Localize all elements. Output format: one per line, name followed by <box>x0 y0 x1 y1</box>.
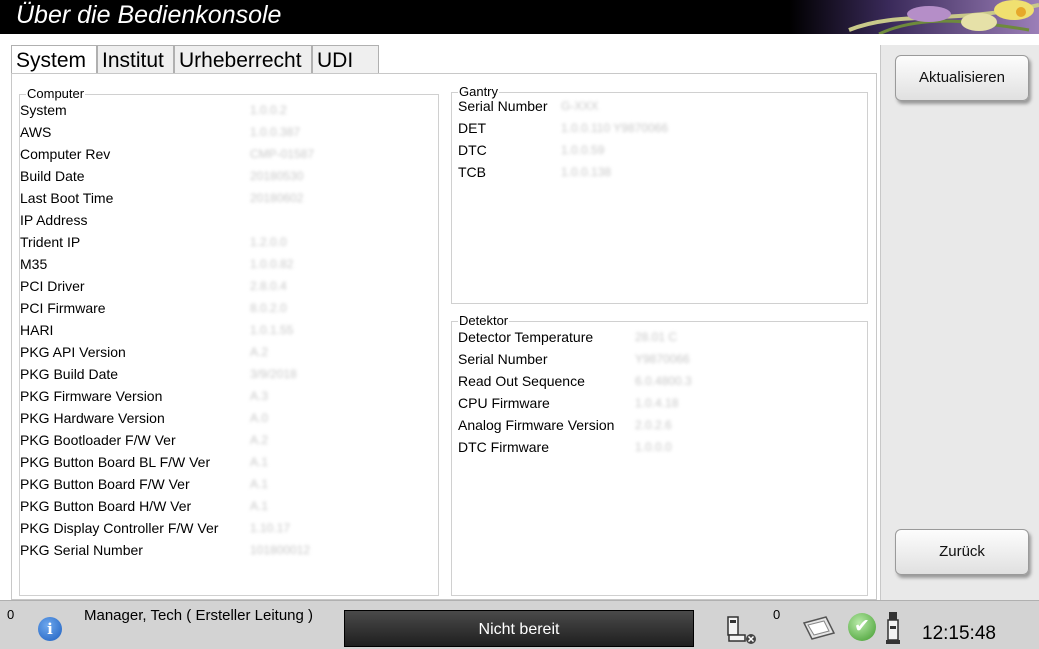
computer-label: HARI <box>20 322 54 338</box>
computer-value: 1.0.0.387 <box>250 125 301 139</box>
refresh-button[interactable]: Aktualisieren <box>895 55 1029 101</box>
detektor-value: 28.01 C <box>635 330 678 344</box>
computer-label: PKG Hardware Version <box>20 410 165 426</box>
cassette-icon[interactable] <box>800 615 838 643</box>
detektor-label: DTC Firmware <box>458 439 549 455</box>
computer-value: A.2 <box>250 345 269 359</box>
device-icon[interactable] <box>884 610 902 646</box>
computer-label: PKG Serial Number <box>20 542 143 558</box>
detektor-label: CPU Firmware <box>458 395 550 411</box>
system-status: Nicht bereit <box>344 610 694 647</box>
user-name[interactable]: Manager, Tech ( Ersteller Leitung ) <box>84 607 313 624</box>
computer-value: 20180530 <box>250 169 304 183</box>
tab-institut[interactable]: Institut <box>97 45 174 73</box>
computer-value: 1.10.17 <box>250 521 291 535</box>
computer-label: Build Date <box>20 168 85 184</box>
computer-value: A.2 <box>250 433 269 447</box>
computer-value: 20180602 <box>250 191 304 205</box>
detektor-value: 1.0.0.0 <box>635 440 672 454</box>
computer-label: Trident IP <box>20 234 81 250</box>
info-icon[interactable]: i <box>38 617 62 641</box>
alert-count: 0 <box>7 607 15 622</box>
detektor-group: Detektor Detector Temperature 28.01 C Seri… <box>451 313 868 596</box>
gantry-label: TCB <box>458 164 486 180</box>
cassette-count: 0 <box>773 607 781 622</box>
computer-label: Last Boot Time <box>20 190 114 206</box>
gantry-group: Gantry Serial Number G-XXX DET 1.0.0.110 Y9… <box>451 84 868 304</box>
computer-label: PKG Display Controller F/W Ver <box>20 520 219 536</box>
detektor-value: Y9870066 <box>635 352 690 366</box>
computer-value: 1.0.0.2 <box>250 103 287 117</box>
computer-value: 1.2.0.0 <box>250 235 287 249</box>
computer-value: 101800012 <box>250 543 311 557</box>
tab-system[interactable]: System <box>11 45 97 74</box>
gantry-label: Serial Number <box>458 98 548 114</box>
computer-label: PKG Firmware Version <box>20 388 163 404</box>
computer-value: A.3 <box>250 389 269 403</box>
detektor-label: Read Out Sequence <box>458 373 585 389</box>
gantry-value: 1.0.0.59 <box>561 143 605 157</box>
computer-label: System <box>20 102 67 118</box>
detektor-label: Detector Temperature <box>458 329 594 345</box>
computer-value: A.1 <box>250 499 269 513</box>
gantry-value: G-XXX <box>561 99 599 113</box>
computer-label: PKG Build Date <box>20 366 119 382</box>
clock: 12:15:48 <box>922 623 996 644</box>
computer-value: 8.0.2.0 <box>250 301 287 315</box>
computer-value: A.0 <box>250 411 269 425</box>
computer-value: CMP-01587 <box>250 147 315 161</box>
status-bar: 0 i Manager, Tech ( Ersteller Leitung ) … <box>0 600 1039 649</box>
detektor-value: 6.0.4800.3 <box>635 374 692 388</box>
computer-label: PKG API Version <box>20 344 126 360</box>
computer-label: PKG Button Board F/W Ver <box>20 476 190 492</box>
sidebar: Aktualisieren Zurück <box>880 45 1039 600</box>
detektor-value: 1.0.4.18 <box>635 396 679 410</box>
gantry-value: 1.0.0.138 <box>561 165 612 179</box>
computer-label: M35 <box>20 256 48 272</box>
gantry-label: DET <box>458 120 486 136</box>
device-error-icon[interactable] <box>726 613 758 645</box>
computer-value: 2.8.0.4 <box>250 279 287 293</box>
computer-label: IP Address <box>20 212 88 228</box>
detektor-label: Serial Number <box>458 351 548 367</box>
detektor-label: Analog Firmware Version <box>458 417 615 433</box>
computer-value: A.1 <box>250 477 269 491</box>
computer-label: PCI Firmware <box>20 300 106 316</box>
computer-label: PKG Bootloader F/W Ver <box>20 432 176 448</box>
computer-group: Computer System 1.0.0.2 AWS 1.0.0.387 Comput… <box>19 86 439 596</box>
gantry-value: 1.0.0.110 Y9870066 <box>561 121 668 135</box>
computer-label: Computer Rev <box>20 146 111 162</box>
computer-label: PKG Button Board H/W Ver <box>20 498 192 514</box>
computer-label: PCI Driver <box>20 278 85 294</box>
computer-label: PKG Button Board BL F/W Ver <box>20 454 211 470</box>
window-title: Über die Bedienkonsole <box>16 1 282 29</box>
flower-decoration-icon <box>789 0 1039 34</box>
gantry-label: DTC <box>458 142 487 158</box>
detektor-value: 2.0.2.6 <box>635 418 672 432</box>
tab-urheberrecht[interactable]: Urheberrecht <box>174 45 312 73</box>
computer-label: AWS <box>20 124 52 140</box>
title-bar: Über die Bedienkonsole <box>0 0 1039 34</box>
back-button[interactable]: Zurück <box>895 529 1029 575</box>
computer-value: 1.0.0.82 <box>250 257 294 271</box>
computer-value: 3/9/2018 <box>250 367 297 381</box>
computer-value: A.1 <box>250 455 269 469</box>
system-panel: Computer System 1.0.0.2 AWS 1.0.0.387 Comput… <box>11 73 877 600</box>
computer-value: 1.0.1.55 <box>250 323 294 337</box>
tab-udi[interactable]: UDI <box>312 45 379 73</box>
check-icon[interactable]: ✔ <box>848 613 876 641</box>
